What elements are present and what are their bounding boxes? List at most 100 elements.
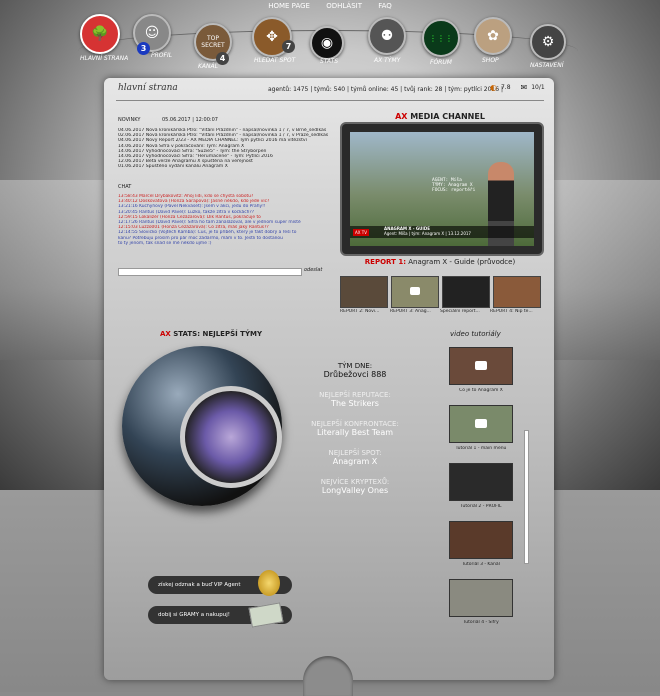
grams-button-label: dobij si GRAMY a nakupuj!	[158, 612, 230, 618]
shop-icon: ✿	[474, 17, 512, 55]
tutorials-scrollbar[interactable]	[524, 430, 529, 564]
header-icons: ◐ 7.8 ✉ 10/1	[490, 83, 545, 92]
list-item[interactable]: 01.06.2017 Spuštěno vydání kanálu Anagra…	[118, 164, 333, 169]
list-item[interactable]: Tutoriál 1 - main menu	[448, 405, 514, 463]
nav-item-settings[interactable]: ⚙ NASTAVENÍ	[530, 24, 566, 69]
report-thumbnail[interactable]	[340, 276, 388, 308]
video-bar-sub: Agent: Míša | tým: Anagram X | 13.12.201…	[384, 231, 471, 236]
stats-title-prefix: AX	[160, 330, 171, 338]
rating-icon: ◐	[490, 83, 497, 92]
chat-send-button[interactable]: odeslat	[304, 267, 322, 273]
tutorial-caption: Co je to Anagram X	[459, 388, 503, 393]
list-item[interactable]: 04.06.2017 Nový Report 2/23 - AX MEDIA C…	[118, 138, 333, 143]
team-label: NEJLEPŠÍ REPUTACE:	[319, 391, 391, 399]
team-label: NEJLEPŠÍ KONFRONTACE:	[311, 420, 399, 428]
thumbnail-caption[interactable]: Speciální report...	[440, 309, 487, 314]
nav-item-find-spot[interactable]: ✥ 7 HLEDAT SPOT	[252, 17, 295, 64]
media-title-prefix: AX	[395, 112, 408, 121]
report-thumbnail[interactable]	[391, 276, 439, 308]
news-heading: NOVINKY 05.06.2017 | 12:00:07	[118, 117, 218, 123]
top-links: HOME PAGE ODHLÁSIT FAQ	[0, 2, 660, 14]
team-label: NEJVÍCE KRYPTEXŮ:	[320, 478, 390, 486]
page-title: hlavní strana	[118, 83, 178, 93]
stats-orb-image	[122, 346, 282, 506]
thumbnail-caption[interactable]: REPORT 3: Anag...	[390, 309, 437, 314]
video-caption: AGENT: Míša TÝMY: Anagram X FOCUS: repor…	[432, 178, 476, 193]
report-thumbnail[interactable]	[493, 276, 541, 308]
thumbnail-caption[interactable]: REPORT 4: Nip te...	[490, 309, 537, 314]
team-value[interactable]: Anagram X	[290, 457, 420, 466]
tree-icon: 🌳	[80, 14, 120, 54]
messages-count[interactable]: 10/1	[531, 84, 544, 91]
tutorial-caption: Tutoriál 1 - main menu	[455, 446, 507, 451]
matrix-icon: ⋮⋮⋮	[422, 19, 460, 57]
chat-message: to ty jenom, tak snad se mě někdo ujme :…	[118, 240, 212, 246]
team-label: TÝM DNE:	[337, 362, 373, 370]
thumbnail-caption[interactable]: REPORT 2: Novi...	[340, 309, 387, 314]
faq-link[interactable]: FAQ	[378, 2, 392, 10]
play-icon	[475, 361, 487, 370]
rating-value: 7.8	[500, 84, 511, 91]
tutorial-thumbnail[interactable]	[449, 521, 513, 559]
report-thumbnails	[340, 276, 541, 308]
orb-window	[180, 386, 282, 488]
nav-item-shop[interactable]: ✿ SHOP	[474, 17, 512, 64]
stats-title-rest: STATS: NEJLEPŠÍ TÝMY	[170, 330, 263, 338]
tutorial-caption: Tutoriál 4 - Šifry	[463, 620, 499, 625]
nav-label: PROFIL	[151, 52, 173, 59]
list-item[interactable]: Co je to Anagram X	[448, 347, 514, 405]
gear-icon: ⚙	[530, 24, 566, 60]
tutorial-thumbnail[interactable]	[449, 405, 513, 443]
nav-label: AX TÝMY	[374, 57, 401, 64]
badge-icon	[258, 570, 280, 596]
nav-label: STATS	[320, 58, 339, 65]
orb-icon: ◉	[310, 26, 344, 60]
team-value[interactable]: The Strikers	[290, 399, 420, 408]
video-tutorials-list: Co je to Anagram X Tutoriál 1 - main men…	[448, 347, 514, 637]
report-prefix: REPORT 1:	[364, 258, 406, 266]
team-label: NEJLEPŠÍ SPOT:	[328, 449, 382, 457]
stats-section-title: AX STATS: NEJLEPŠÍ TÝMY	[160, 330, 262, 338]
report-thumbnail[interactable]	[442, 276, 490, 308]
video-player[interactable]: AGENT: Míša TÝMY: Anagram X FOCUS: repor…	[340, 122, 544, 256]
vip-button-label: získej odznak a buď VIP Agent	[158, 582, 241, 588]
team-value[interactable]: LongValley Ones	[290, 486, 420, 495]
video-screen[interactable]: AGENT: Míša TÝMY: Anagram X FOCUS: repor…	[350, 132, 534, 246]
home-page-link[interactable]: HOME PAGE	[268, 2, 310, 10]
report-thumbnail-captions: REPORT 2: Novi... REPORT 3: Anag... Spec…	[340, 309, 537, 314]
team-value[interactable]: Literally Best Team	[290, 428, 420, 437]
nav-item-channel[interactable]: TOP SECRET 4 KANÁL	[194, 23, 232, 70]
tutorial-caption: Tutoriál 2 - PROFIL	[460, 504, 502, 509]
nav-item-ax-teams[interactable]: ⚉ AX TÝMY	[368, 17, 406, 64]
nav-item-profile[interactable]: ☺ 3 PROFIL	[133, 14, 172, 59]
header-divider	[116, 100, 544, 101]
nav-label: KANÁL	[198, 63, 218, 70]
mail-icon[interactable]: ✉	[521, 83, 528, 92]
nav-label: FÓRUM	[430, 59, 452, 66]
team-icon: ⚉	[368, 17, 406, 55]
list-item[interactable]: Tutoriál 2 - PROFIL	[448, 463, 514, 521]
tutorial-thumbnail[interactable]	[449, 463, 513, 501]
video-bar-text: ANAGRAM X - GUIDE Agent: Míša | tým: Ana…	[384, 226, 471, 236]
list-item[interactable]: Tutoriál 4 - Šifry	[448, 579, 514, 637]
tutorial-thumbnail[interactable]	[449, 347, 513, 385]
video-logo: AX TV	[353, 229, 369, 236]
list-item[interactable]: Tutoriál 3 - Kanál	[448, 521, 514, 579]
tutorial-caption: Tutoriál 3 - Kanál	[462, 562, 500, 567]
chat-list: 13:58:43 Marcel Drybakovitz: Ahoj lidi, …	[118, 194, 328, 246]
media-channel-title: AX MEDIA CHANNEL	[340, 112, 540, 121]
news-heading-label: NOVINKY	[118, 117, 141, 123]
best-teams-list: TÝM DNE: Drůbežovci 888 NEJLEPŠÍ REPUTAC…	[290, 362, 420, 507]
media-title-rest: MEDIA CHANNEL	[407, 112, 485, 121]
tutorial-thumbnail[interactable]	[449, 579, 513, 617]
nav-label: SHOP	[482, 57, 499, 64]
header-stats: agentů: 1475 | týmů: 540 | týmů online: …	[268, 86, 503, 93]
logout-link[interactable]: ODHLÁSIT	[326, 2, 362, 10]
profile-badge: 3	[137, 42, 150, 55]
chat-input[interactable]	[118, 268, 302, 276]
nav-item-main[interactable]: 🌳 HLAVNÍ STRANA	[80, 14, 128, 62]
nav-item-forum[interactable]: ⋮⋮⋮ FÓRUM	[422, 19, 460, 66]
current-report[interactable]: REPORT 1: Anagram X - Guide (průvodce)	[340, 258, 540, 266]
team-value[interactable]: Drůbežovci 888	[290, 370, 420, 379]
nav-item-stats[interactable]: ◉ STATS	[310, 26, 344, 65]
